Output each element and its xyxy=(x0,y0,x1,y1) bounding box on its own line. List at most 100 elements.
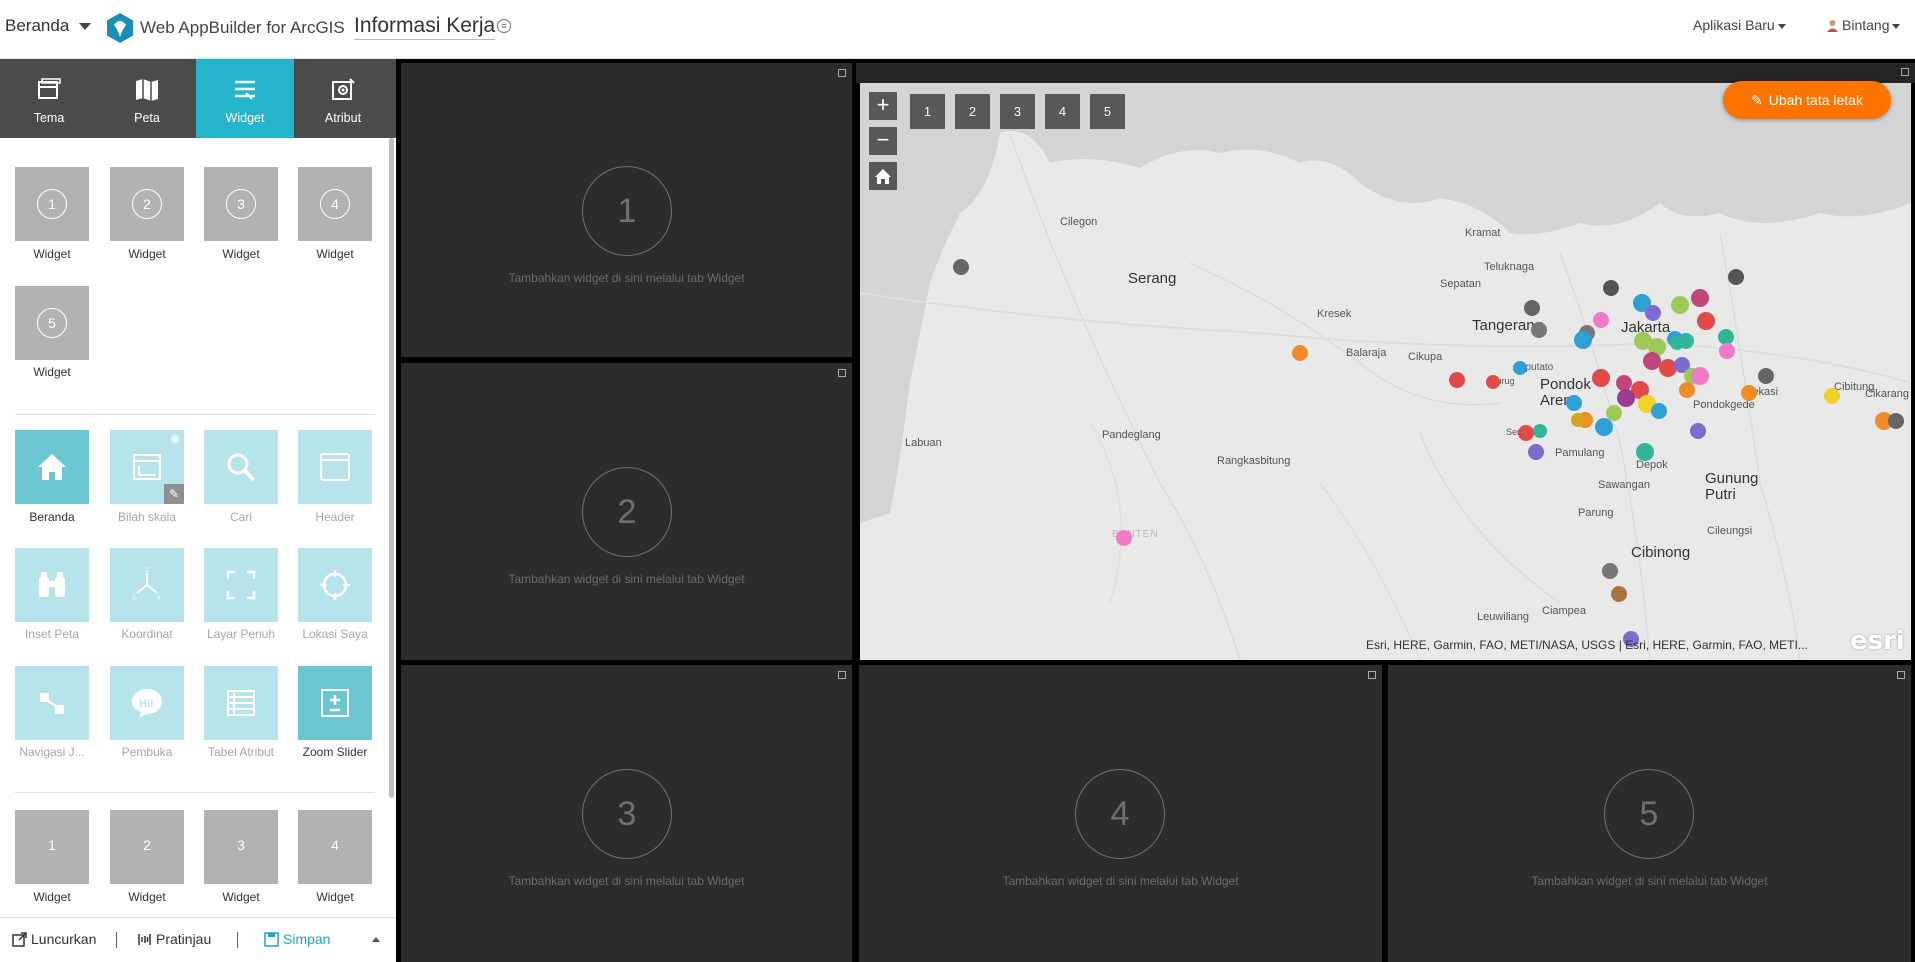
divider xyxy=(15,792,375,793)
user-name: Bintang xyxy=(1842,17,1890,33)
attribute-icon xyxy=(332,78,355,100)
theme-icon xyxy=(38,78,61,99)
widget-label: Widget xyxy=(222,890,260,904)
preview-button[interactable]: Pratinjau xyxy=(137,931,211,947)
widget-label: Inset Peta xyxy=(24,627,80,641)
info-icon[interactable]: ≡ xyxy=(497,19,511,33)
controller-widget-2[interactable]: 2 xyxy=(110,167,184,241)
chevron-down-icon xyxy=(79,23,92,31)
widget-label: Widget xyxy=(222,247,260,261)
placeholder-number: 3 xyxy=(582,769,672,859)
map-widget-slot-5[interactable]: 5 xyxy=(1090,94,1125,129)
new-app-dropdown[interactable]: Aplikasi Baru xyxy=(1693,17,1786,33)
project-title[interactable]: Informasi Kerja xyxy=(354,14,496,40)
controller-widget-1[interactable]: 1 xyxy=(15,167,89,241)
widget-placeholder-panel-4[interactable]: 4 Tambahkan widget di sini melalui tab W… xyxy=(859,665,1382,962)
new-app-label: Aplikasi Baru xyxy=(1693,17,1775,33)
widget-scalebar[interactable]: ✎ ◉ xyxy=(110,430,184,504)
widget-splash[interactable]: Hi! xyxy=(110,666,184,740)
coordinate-icon: Z X Y xyxy=(132,568,161,602)
map-widget-slot-2[interactable]: 2 xyxy=(955,94,990,129)
launch-button[interactable]: Luncurkan xyxy=(12,931,96,947)
chevron-down-icon xyxy=(1777,23,1786,29)
widget-label: Zoom Slider xyxy=(302,745,368,759)
widget-placeholder-panel-2[interactable]: 2 Tambahkan widget di sini melalui tab W… xyxy=(401,363,852,660)
widget-placeholder-panel-3[interactable]: 3 Tambahkan widget di sini melalui tab W… xyxy=(401,665,852,962)
placeholder-number: 2 xyxy=(582,467,672,557)
panel-widget-1[interactable]: 1 xyxy=(15,810,89,884)
pencil-icon: ✎ xyxy=(1751,92,1763,108)
builder-sidebar: Tema Peta Widget Atribut 1 Widget 2 Widg… xyxy=(0,59,396,962)
launch-label: Luncurkan xyxy=(31,931,97,947)
controller-widget-4[interactable]: 4 xyxy=(298,167,372,241)
divider xyxy=(237,932,238,948)
edit-layout-button[interactable]: ✎ Ubah tata letak xyxy=(1723,81,1891,119)
widget-coordinate[interactable]: Z X Y xyxy=(110,548,184,622)
user-menu[interactable]: Bintang xyxy=(1826,17,1901,33)
tab-theme[interactable]: Tema xyxy=(0,59,98,138)
chevron-down-icon xyxy=(1892,23,1901,29)
widget-navigation[interactable] xyxy=(15,666,89,740)
panel-corner-icon xyxy=(1368,671,1376,679)
widget-label: Widget xyxy=(33,365,71,379)
appbuilder-logo-icon xyxy=(107,13,133,43)
panel-widget-3[interactable]: 3 xyxy=(204,810,278,884)
tab-map[interactable]: Peta xyxy=(98,59,196,138)
home-extent-button[interactable] xyxy=(869,162,897,190)
widget-placeholder-panel-1[interactable]: 1 Tambahkan widget di sini melalui tab W… xyxy=(401,63,852,357)
zoom-in-button[interactable]: + xyxy=(869,92,897,120)
save-icon xyxy=(264,932,279,947)
edit-pencil-icon[interactable]: ✎ xyxy=(164,484,184,504)
collapse-caret-icon[interactable] xyxy=(372,937,380,942)
widget-label: Cari xyxy=(229,510,252,524)
widget-number: 3 xyxy=(226,189,256,219)
home-dropdown[interactable]: Beranda xyxy=(5,16,92,36)
home-icon xyxy=(38,454,66,480)
tab-map-label: Peta xyxy=(134,111,160,125)
widget-header[interactable] xyxy=(298,430,372,504)
widget-label: Tabel Atribut xyxy=(207,745,275,759)
placeholder-number: 1 xyxy=(582,166,672,256)
widget-zoom-slider[interactable] xyxy=(298,666,372,740)
save-button[interactable]: Simpan xyxy=(264,931,330,947)
controller-widget-5[interactable]: 5 xyxy=(15,286,89,360)
home-icon xyxy=(875,169,891,184)
map-view[interactable]: Cilegon Serang Kresek Balaraja Cikupa Ta… xyxy=(860,83,1911,660)
map-widget-slot-1[interactable]: 1 xyxy=(910,94,945,129)
preview-label: Pratinjau xyxy=(156,931,212,947)
widget-overview-map[interactable] xyxy=(15,548,89,622)
bottom-action-bar: Luncurkan Pratinjau Simpan xyxy=(0,917,396,962)
visibility-eye-icon[interactable]: ◉ xyxy=(170,432,180,445)
zoom-out-button[interactable]: − xyxy=(869,127,897,155)
panel-widget-2[interactable]: 2 xyxy=(110,810,184,884)
widget-attribute-table[interactable] xyxy=(204,666,278,740)
widget-label: Koordinat xyxy=(121,627,173,641)
controller-widget-3[interactable]: 3 xyxy=(204,167,278,241)
tab-attribute[interactable]: Atribut xyxy=(294,59,392,138)
builder-tabs: Tema Peta Widget Atribut xyxy=(0,59,396,138)
zoom-slider-icon xyxy=(321,689,349,717)
external-link-icon xyxy=(12,932,27,947)
widget-number: 4 xyxy=(331,837,339,853)
search-icon xyxy=(227,453,256,482)
widget-mylocation[interactable] xyxy=(298,548,372,622)
widget-fullscreen[interactable] xyxy=(204,548,278,622)
placeholder-hint: Tambahkan widget di sini melalui tab Wid… xyxy=(1531,874,1768,888)
panel-widget-4[interactable]: 4 xyxy=(298,810,372,884)
svg-text:Hi!: Hi! xyxy=(139,698,154,710)
widget-search[interactable] xyxy=(204,430,278,504)
map-widget-slot-3[interactable]: 3 xyxy=(1000,94,1035,129)
top-header: Beranda Web AppBuilder for ArcGIS Inform… xyxy=(0,0,1915,59)
app-name: Web AppBuilder for ArcGIS xyxy=(140,18,345,37)
fullscreen-icon xyxy=(226,570,256,600)
map-widget-slot-4[interactable]: 4 xyxy=(1045,94,1080,129)
edit-layout-label: Ubah tata letak xyxy=(1768,92,1863,108)
map-point-markers xyxy=(953,259,1904,647)
widget-home[interactable] xyxy=(15,430,89,504)
widget-placeholder-panel-5[interactable]: 5 Tambahkan widget di sini melalui tab W… xyxy=(1388,665,1911,962)
divider xyxy=(15,414,375,415)
map-panel-frame xyxy=(856,63,1915,83)
tab-widget[interactable]: Widget xyxy=(196,59,294,138)
sidebar-scrollbar[interactable] xyxy=(389,138,394,798)
preview-icon xyxy=(138,934,151,945)
